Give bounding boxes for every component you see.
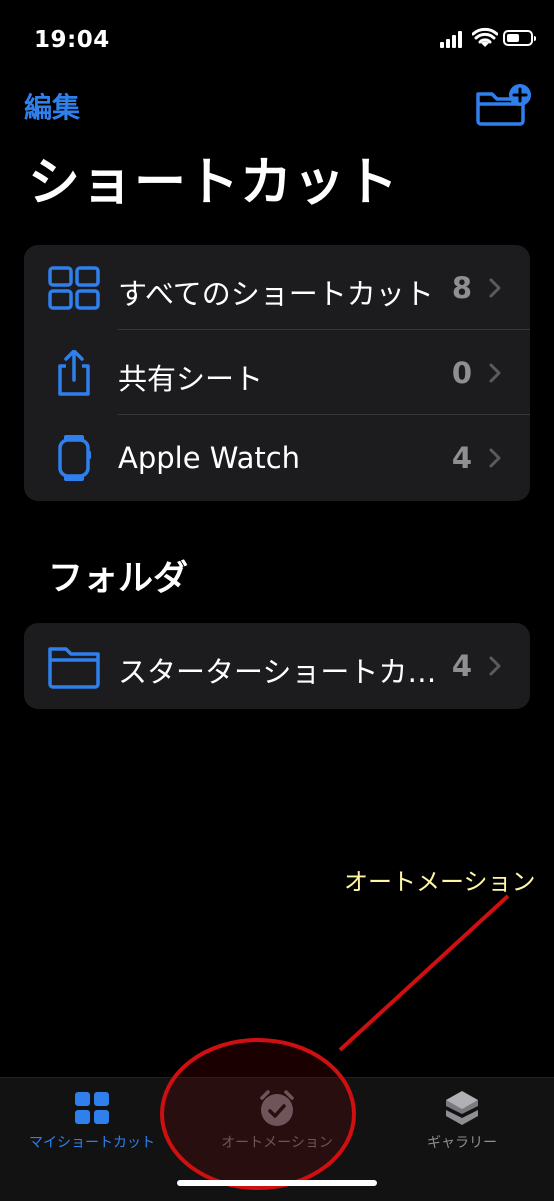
status-time: 19:04 [34, 27, 110, 53]
tab-my-shortcuts[interactable]: マイショートカット [2, 1088, 182, 1152]
folders-header: フォルダ [48, 559, 189, 599]
list-item-share-sheet[interactable]: 共有シート 0 [24, 330, 530, 415]
list-item-count: 0 [451, 356, 472, 390]
chevron-right-icon [489, 278, 501, 298]
list-item-starter-shortcuts[interactable]: スターターショートカ… 4 [24, 623, 530, 708]
list-item-label: Apple Watch [118, 441, 301, 475]
cellular-signal-icon [440, 30, 466, 48]
list-item-label: 共有シート [118, 362, 264, 396]
home-indicator [177, 1180, 377, 1186]
battery-icon [503, 30, 536, 46]
list-item-label: すべてのショートカット [118, 277, 434, 311]
grid-icon [75, 1092, 109, 1124]
tab-label: オートメーション [221, 1135, 333, 1151]
folder-plus-icon[interactable] [474, 82, 532, 126]
chevron-right-icon [489, 656, 501, 676]
status-bar: 19:04 [0, 0, 554, 80]
grid-icon [48, 266, 100, 310]
list-item-apple-watch[interactable]: Apple Watch 4 [24, 415, 530, 500]
list-item-count: 4 [451, 441, 472, 475]
tab-automation[interactable]: オートメーション [187, 1088, 367, 1152]
folder-icon [48, 647, 100, 689]
wifi-icon [472, 27, 498, 47]
watch-icon [58, 435, 91, 481]
list-item-count: 8 [451, 271, 472, 305]
shortcuts-list: すべてのショートカット 8 共有シート 0 Apple Watch 4 [24, 245, 530, 501]
chevron-right-icon [489, 363, 501, 383]
annotation-arrow-line [338, 894, 510, 1052]
chevron-right-icon [489, 448, 501, 468]
list-item-count: 4 [451, 649, 472, 683]
list-item-label: スターターショートカ… [118, 655, 437, 689]
edit-button[interactable]: 編集 [24, 86, 80, 126]
page-title: ショートカット [28, 153, 400, 213]
list-item-all-shortcuts[interactable]: すべてのショートカット 8 [24, 245, 530, 330]
tab-label: ギャラリー [427, 1135, 497, 1151]
tab-gallery[interactable]: ギャラリー [372, 1088, 552, 1152]
clock-check-icon [260, 1090, 294, 1126]
layers-icon [446, 1091, 478, 1125]
tab-label: マイショートカット [29, 1135, 155, 1151]
share-icon [58, 350, 90, 396]
folders-list: スターターショートカ… 4 [24, 623, 530, 709]
annotation-label: オートメーション [344, 868, 536, 896]
